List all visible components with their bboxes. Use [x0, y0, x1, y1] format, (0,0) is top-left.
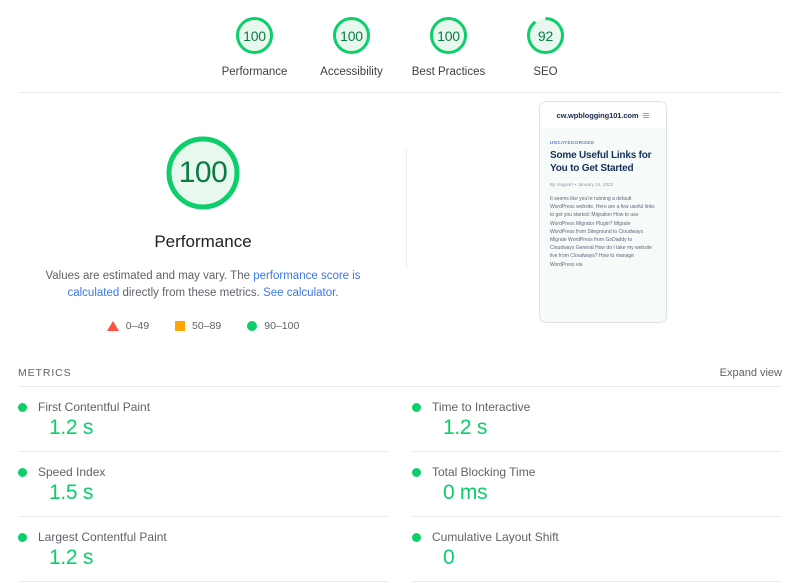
metric-value: 1.2 s	[49, 546, 94, 569]
status-dot-icon	[18, 467, 27, 477]
summary-score-performance[interactable]: 100 Performance	[206, 14, 303, 78]
metric-speed-index[interactable]: Speed Index 1.5 s	[18, 452, 388, 517]
metric-total-blocking-time[interactable]: Total Blocking Time 0 ms	[412, 452, 782, 517]
legend-range: 0–49	[125, 320, 150, 332]
metric-label: Total Blocking Time	[432, 465, 536, 479]
metric-value: 1.5 s	[49, 481, 94, 504]
score-legend: 0–49 50–89 90–100	[106, 320, 299, 332]
legend-range: 90–100	[264, 320, 300, 332]
performance-hero: 100 Performance Values are estimated and…	[0, 93, 800, 355]
metric-value: 0 ms	[443, 481, 488, 504]
summary-score-accessibility[interactable]: 100 Accessibility	[303, 14, 400, 78]
gauge-label: Performance	[221, 66, 288, 78]
circle-icon	[247, 321, 258, 331]
gauge-accessibility: 100	[330, 14, 373, 57]
status-dot-icon	[412, 402, 421, 412]
metric-largest-contentful-paint[interactable]: Largest Contentful Paint 1.2 s	[18, 517, 388, 582]
score-summary-bar: 100 Performance 100 Accessibility 100 Be…	[18, 0, 782, 93]
legend-item-pass: 90–100	[247, 320, 299, 332]
status-dot-icon	[412, 467, 421, 477]
metric-head: Speed Index	[18, 465, 388, 479]
gauge-label: Accessibility	[320, 66, 383, 78]
summary-score-best-practices[interactable]: 100 Best Practices	[400, 14, 497, 78]
summary-score-seo[interactable]: 92 SEO	[497, 14, 594, 78]
metric-label: First Contentful Paint	[38, 400, 151, 414]
metric-label: Largest Contentful Paint	[38, 530, 167, 544]
metric-head: Cumulative Layout Shift	[412, 530, 782, 544]
legend-range: 50–89	[192, 320, 222, 332]
performance-gauge: 100	[161, 131, 245, 215]
legend-item-average: 50–89	[175, 320, 221, 332]
thumbnail-category: UNCATEGORIZED	[550, 140, 595, 145]
metric-first-contentful-paint[interactable]: First Contentful Paint 1.2 s	[18, 387, 388, 452]
thumbnail-url: cw.wpblogging101.com	[556, 110, 639, 120]
metric-label: Cumulative Layout Shift	[432, 530, 559, 544]
performance-panel: 100 Performance Values are estimated and…	[0, 93, 406, 355]
gauge-seo: 92	[524, 14, 567, 57]
gauge-best-practices: 100	[427, 14, 470, 57]
metric-head: First Contentful Paint	[18, 400, 388, 414]
desc-text-middle: directly from these metrics.	[119, 287, 264, 299]
metric-label: Time to Interactive	[432, 400, 531, 414]
gauge-value: 100	[243, 27, 266, 44]
status-dot-icon	[412, 532, 421, 542]
metrics-header: METRICS Expand view	[18, 355, 782, 387]
triangle-icon	[106, 321, 119, 331]
performance-score-value: 100	[178, 156, 228, 189]
desc-text-before: Values are estimated and may vary. The	[45, 270, 254, 282]
gauge-performance: 100	[233, 14, 276, 57]
hero-vertical-divider	[406, 149, 407, 269]
thumbnail-url-bar: cw.wpblogging101.com	[540, 102, 666, 128]
metric-label: Speed Index	[38, 465, 106, 479]
thumbnail-byline: By Inagesrt • January 14, 2023	[550, 182, 614, 187]
thumbnail-paragraph: It seems like you're running a default W…	[550, 196, 655, 268]
metrics-section-title: METRICS	[18, 367, 72, 379]
metric-value: 1.2 s	[49, 416, 94, 439]
page-screenshot-panel: cw.wpblogging101.com UNCATEGORIZED Some …	[406, 93, 800, 355]
metric-value: 0	[443, 546, 455, 569]
status-dot-icon	[18, 532, 27, 542]
gauge-label: SEO	[533, 66, 558, 78]
status-dot-icon	[18, 402, 27, 412]
gauge-value: 92	[537, 27, 554, 44]
metric-head: Time to Interactive	[412, 400, 782, 414]
gauge-value: 100	[437, 27, 460, 44]
gauge-label: Best Practices	[411, 66, 486, 78]
legend-item-fail: 0–49	[106, 320, 150, 332]
square-icon	[175, 321, 186, 331]
metric-value: 1.2 s	[443, 416, 488, 439]
see-calculator-link[interactable]: See calculator.	[263, 287, 338, 299]
hamburger-icon	[643, 112, 650, 118]
metric-cumulative-layout-shift[interactable]: Cumulative Layout Shift 0	[412, 517, 782, 582]
thumbnail-post-title: Some Useful Links for You to Get Started	[550, 150, 652, 174]
page-thumbnail[interactable]: cw.wpblogging101.com UNCATEGORIZED Some …	[539, 101, 667, 323]
metrics-grid: First Contentful Paint 1.2 s Time to Int…	[18, 387, 782, 582]
metric-head: Largest Contentful Paint	[18, 530, 388, 544]
metric-time-to-interactive[interactable]: Time to Interactive 1.2 s	[412, 387, 782, 452]
expand-view-button[interactable]: Expand view	[720, 367, 782, 379]
gauge-value: 100	[340, 27, 363, 44]
performance-description: Values are estimated and may vary. The p…	[31, 268, 376, 302]
performance-title: Performance	[154, 232, 252, 251]
metric-head: Total Blocking Time	[412, 465, 782, 479]
thumbnail-content: UNCATEGORIZED Some Useful Links for You …	[540, 128, 666, 322]
